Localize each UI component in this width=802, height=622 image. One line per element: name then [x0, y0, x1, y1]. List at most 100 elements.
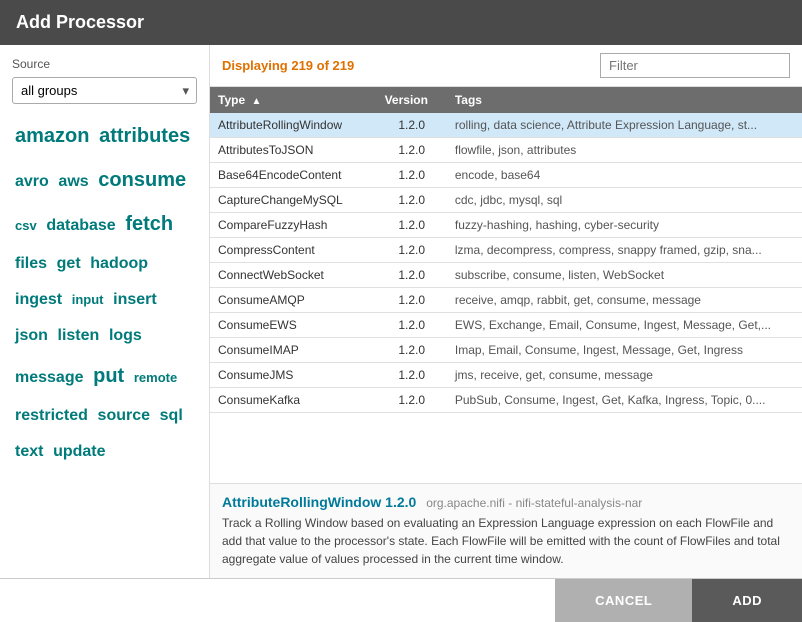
table-row[interactable]: CompareFuzzyHash1.2.0fuzzy-hashing, hash… — [210, 213, 802, 238]
cell-version-6: 1.2.0 — [377, 263, 447, 288]
table-row[interactable]: Base64EncodeContent1.2.0encode, base64 — [210, 163, 802, 188]
cancel-button[interactable]: CANCEL — [555, 579, 692, 622]
tag-get[interactable]: get — [57, 248, 81, 280]
cell-version-3: 1.2.0 — [377, 188, 447, 213]
tag-update[interactable]: update — [53, 436, 105, 468]
cell-tags-2: encode, base64 — [447, 163, 802, 188]
column-tags: Tags — [447, 87, 802, 113]
source-label: Source — [12, 57, 197, 71]
tag-insert[interactable]: insert — [113, 284, 157, 316]
source-select-wrap: all groups ▾ — [12, 77, 197, 104]
cell-type-2: Base64EncodeContent — [210, 163, 377, 188]
detail-panel: AttributeRollingWindow 1.2.0 org.apache.… — [210, 483, 802, 578]
tag-attributes[interactable]: attributes — [99, 116, 190, 156]
cell-type-3: CaptureChangeMySQL — [210, 188, 377, 213]
tag-fetch[interactable]: fetch — [125, 204, 173, 244]
tag-json[interactable]: json — [15, 320, 48, 352]
dialog-header: Add Processor — [0, 0, 802, 45]
main-panel: Displaying 219 of 219 Type ▲ Version Tag… — [210, 45, 802, 578]
tag-files[interactable]: files — [15, 248, 47, 280]
cell-tags-11: PubSub, Consume, Ingest, Get, Kafka, Ing… — [447, 388, 802, 413]
table-row[interactable]: AttributeRollingWindow1.2.0rolling, data… — [210, 113, 802, 138]
table-header-row: Type ▲ Version Tags — [210, 87, 802, 113]
processor-table-wrap: Type ▲ Version Tags AttributeRollingWind… — [210, 87, 802, 483]
tag-ingest[interactable]: ingest — [15, 284, 62, 316]
detail-nar: org.apache.nifi - nifi-stateful-analysis… — [426, 496, 642, 510]
cell-version-2: 1.2.0 — [377, 163, 447, 188]
cell-version-8: 1.2.0 — [377, 313, 447, 338]
cell-version-9: 1.2.0 — [377, 338, 447, 363]
cell-tags-0: rolling, data science, Attribute Express… — [447, 113, 802, 138]
table-row[interactable]: AttributesToJSON1.2.0flowfile, json, att… — [210, 138, 802, 163]
cell-tags-8: EWS, Exchange, Email, Consume, Ingest, M… — [447, 313, 802, 338]
table-body: AttributeRollingWindow1.2.0rolling, data… — [210, 113, 802, 413]
cell-version-7: 1.2.0 — [377, 288, 447, 313]
cell-type-5: CompressContent — [210, 238, 377, 263]
tag-message[interactable]: message — [15, 362, 84, 394]
detail-title: AttributeRollingWindow 1.2.0 org.apache.… — [222, 494, 790, 510]
table-row[interactable]: ConsumeIMAP1.2.0Imap, Email, Consume, In… — [210, 338, 802, 363]
table-row[interactable]: ConnectWebSocket1.2.0subscribe, consume,… — [210, 263, 802, 288]
cell-tags-9: Imap, Email, Consume, Ingest, Message, G… — [447, 338, 802, 363]
tag-restricted[interactable]: restricted — [15, 400, 88, 432]
main-top: Displaying 219 of 219 — [210, 45, 802, 87]
cell-tags-3: cdc, jdbc, mysql, sql — [447, 188, 802, 213]
cell-version-1: 1.2.0 — [377, 138, 447, 163]
table-row[interactable]: ConsumeKafka1.2.0PubSub, Consume, Ingest… — [210, 388, 802, 413]
processor-table: Type ▲ Version Tags AttributeRollingWind… — [210, 87, 802, 413]
add-button[interactable]: ADD — [692, 579, 802, 622]
table-row[interactable]: CaptureChangeMySQL1.2.0cdc, jdbc, mysql,… — [210, 188, 802, 213]
source-select[interactable]: all groups — [12, 77, 197, 104]
tag-aws[interactable]: aws — [58, 166, 88, 198]
detail-processor-name: AttributeRollingWindow 1.2.0 — [222, 494, 416, 510]
tag-source[interactable]: source — [98, 400, 150, 432]
tag-csv[interactable]: csv — [15, 213, 37, 239]
tag-consume[interactable]: consume — [98, 160, 186, 200]
cell-tags-6: subscribe, consume, listen, WebSocket — [447, 263, 802, 288]
cell-tags-4: fuzzy-hashing, hashing, cyber-security — [447, 213, 802, 238]
cell-type-10: ConsumeJMS — [210, 363, 377, 388]
tag-text[interactable]: text — [15, 436, 43, 468]
cell-tags-10: jms, receive, get, consume, message — [447, 363, 802, 388]
table-row[interactable]: ConsumeAMQP1.2.0receive, amqp, rabbit, g… — [210, 288, 802, 313]
column-type[interactable]: Type ▲ — [210, 87, 377, 113]
cell-type-9: ConsumeIMAP — [210, 338, 377, 363]
cell-tags-1: flowfile, json, attributes — [447, 138, 802, 163]
table-row[interactable]: CompressContent1.2.0lzma, decompress, co… — [210, 238, 802, 263]
tag-database[interactable]: database — [46, 210, 115, 242]
tag-put[interactable]: put — [93, 356, 124, 396]
dialog-body: Source all groups ▾ amazon attributes av… — [0, 45, 802, 578]
add-processor-dialog: Add Processor Source all groups ▾ amazon… — [0, 0, 802, 622]
tag-cloud: amazon attributes avro aws consume csv d… — [12, 114, 197, 470]
displaying-count: Displaying 219 of 219 — [222, 58, 354, 73]
table-row[interactable]: ConsumeJMS1.2.0jms, receive, get, consum… — [210, 363, 802, 388]
table-row[interactable]: ConsumeEWS1.2.0EWS, Exchange, Email, Con… — [210, 313, 802, 338]
tag-amazon[interactable]: amazon — [15, 116, 89, 156]
sidebar: Source all groups ▾ amazon attributes av… — [0, 45, 210, 578]
cell-version-4: 1.2.0 — [377, 213, 447, 238]
cell-version-10: 1.2.0 — [377, 363, 447, 388]
tag-sql[interactable]: sql — [160, 400, 183, 432]
tag-listen[interactable]: listen — [58, 320, 100, 352]
tag-logs[interactable]: logs — [109, 320, 142, 352]
tag-remote[interactable]: remote — [134, 365, 177, 391]
cell-type-0: AttributeRollingWindow — [210, 113, 377, 138]
detail-description: Track a Rolling Window based on evaluati… — [222, 514, 790, 568]
cell-tags-7: receive, amqp, rabbit, get, consume, mes… — [447, 288, 802, 313]
tag-hadoop[interactable]: hadoop — [90, 248, 148, 280]
cell-type-8: ConsumeEWS — [210, 313, 377, 338]
cell-version-11: 1.2.0 — [377, 388, 447, 413]
cell-type-4: CompareFuzzyHash — [210, 213, 377, 238]
dialog-title: Add Processor — [16, 12, 144, 32]
column-version: Version — [377, 87, 447, 113]
cell-type-1: AttributesToJSON — [210, 138, 377, 163]
dialog-footer: CANCEL ADD — [0, 578, 802, 622]
cell-type-11: ConsumeKafka — [210, 388, 377, 413]
filter-input[interactable] — [600, 53, 790, 78]
cell-type-6: ConnectWebSocket — [210, 263, 377, 288]
cell-version-5: 1.2.0 — [377, 238, 447, 263]
tag-avro[interactable]: avro — [15, 166, 49, 198]
cell-type-7: ConsumeAMQP — [210, 288, 377, 313]
cell-tags-5: lzma, decompress, compress, snappy frame… — [447, 238, 802, 263]
tag-input[interactable]: input — [72, 287, 104, 313]
